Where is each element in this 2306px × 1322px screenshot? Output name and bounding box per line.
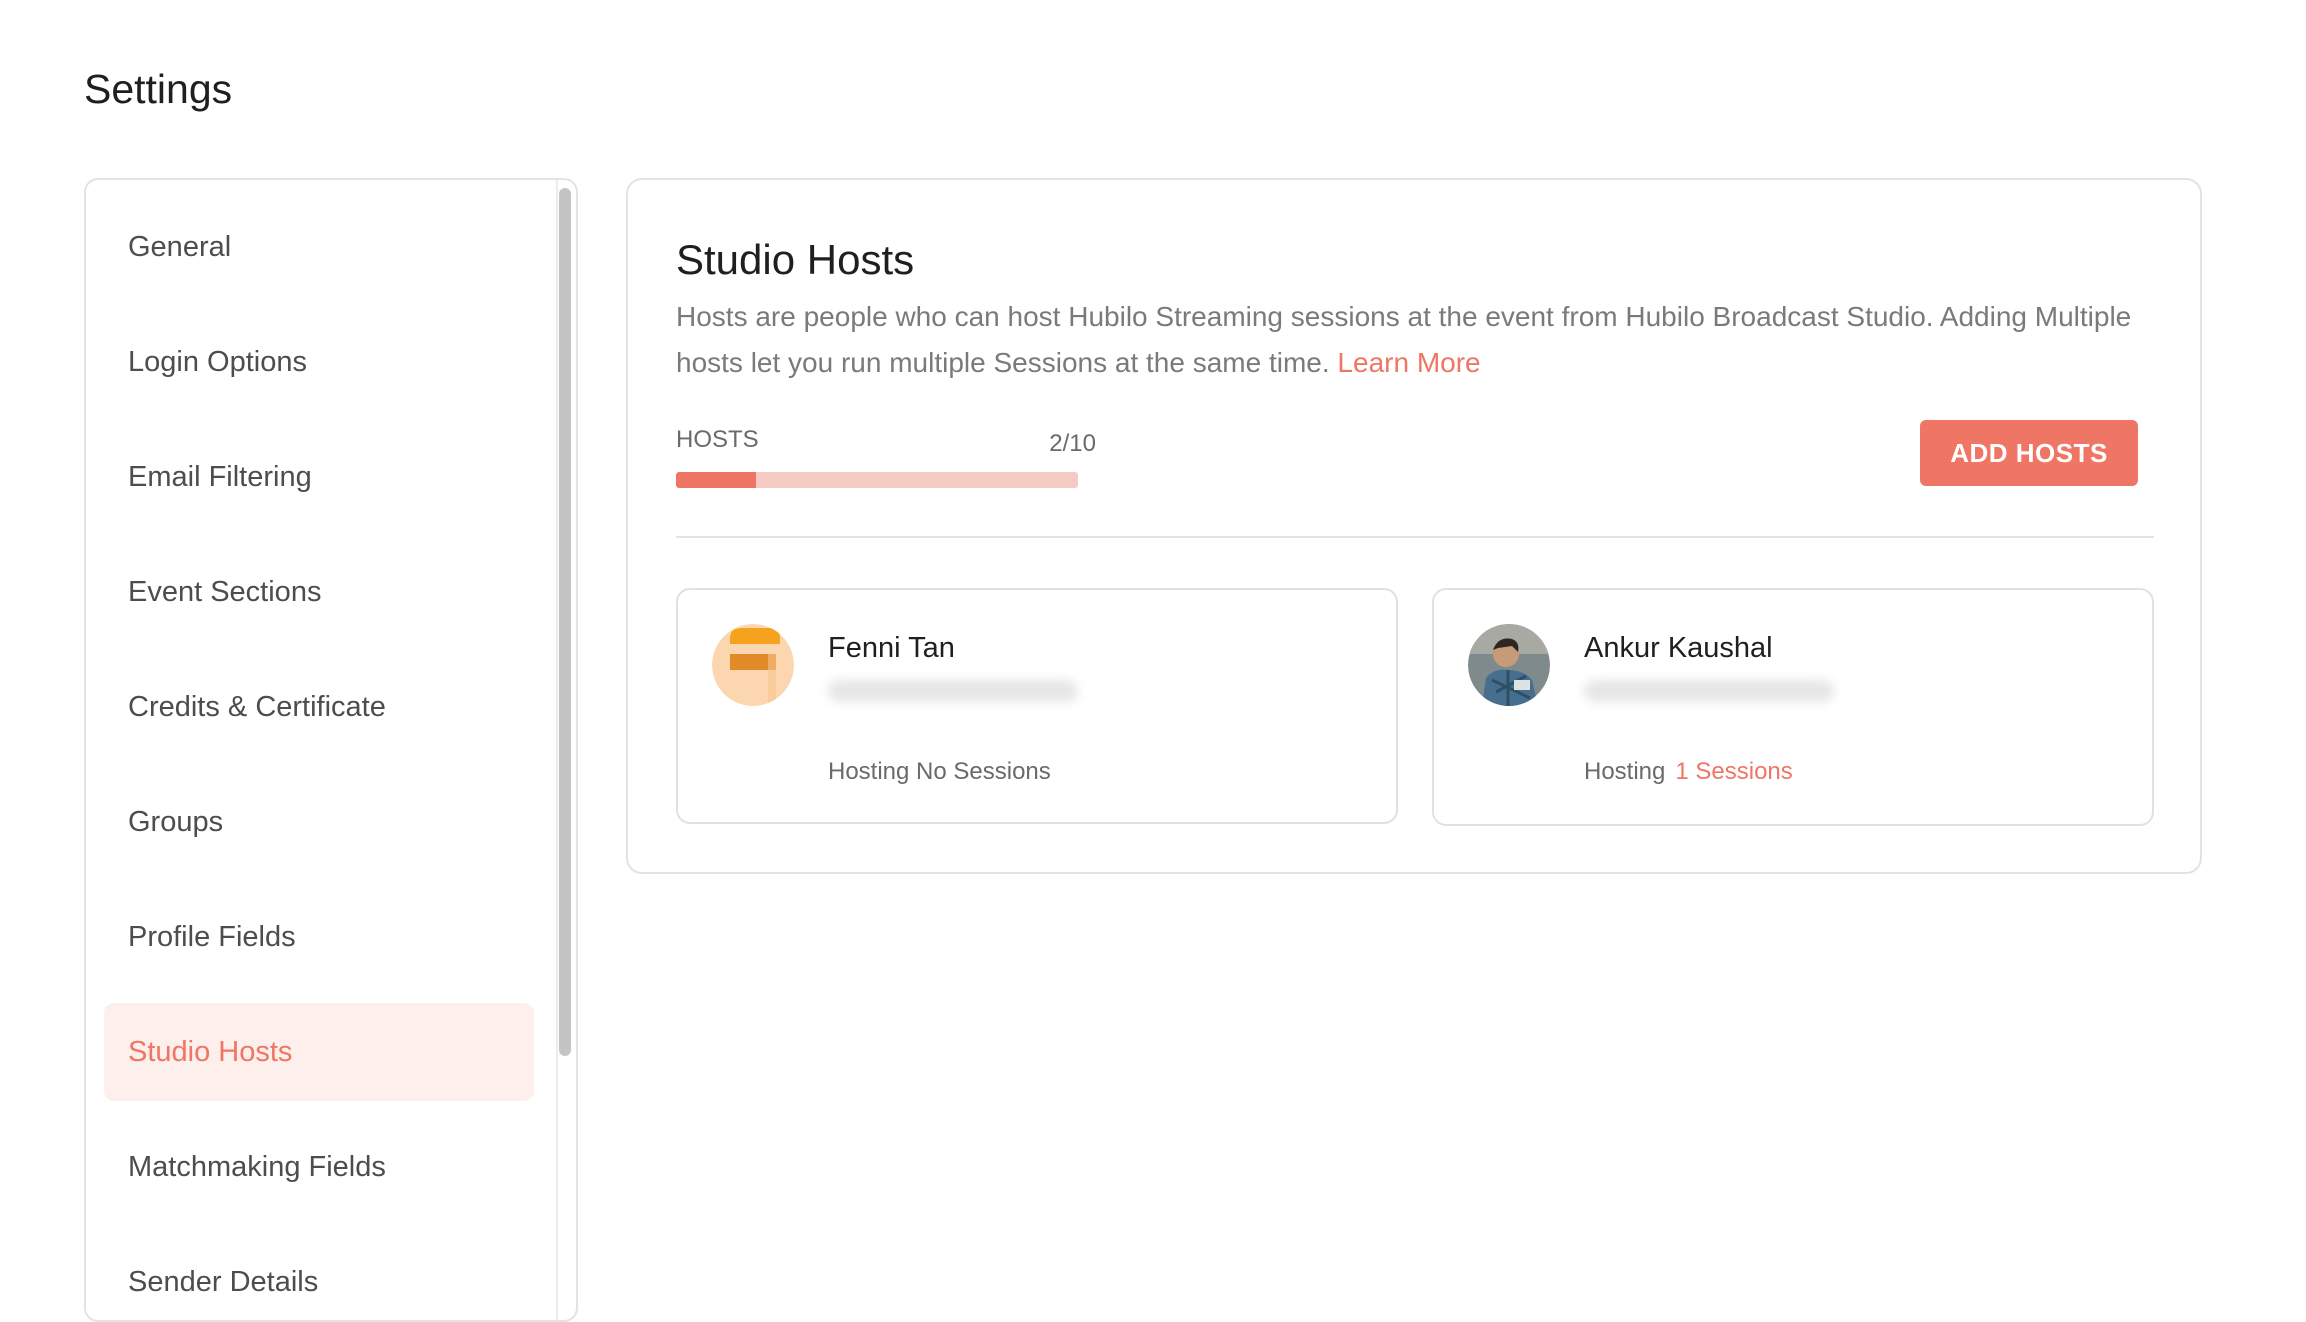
sidebar-item-label: Groups: [128, 805, 224, 838]
sidebar-item-credits-certificate[interactable]: Credits & Certificate: [104, 658, 534, 756]
sidebar-item-studio-hosts[interactable]: Studio Hosts: [104, 1003, 534, 1101]
host-email-redacted: [1584, 680, 1834, 702]
sidebar-item-general[interactable]: General: [104, 198, 534, 296]
add-hosts-button[interactable]: ADD HOSTS: [1920, 420, 2138, 486]
host-sessions-link[interactable]: 1 Sessions: [1675, 758, 1792, 785]
sidebar-item-event-sections[interactable]: Event Sections: [104, 543, 534, 641]
host-status-text: Hosting No Sessions: [828, 758, 1051, 785]
sidebar-item-label: General: [128, 230, 232, 263]
sidebar-item-login-options[interactable]: Login Options: [104, 313, 534, 411]
section-title: Studio Hosts: [676, 236, 915, 283]
divider: [676, 536, 2154, 538]
settings-sidebar: General Login Options Email Filtering Ev…: [84, 178, 578, 1322]
avatar: [712, 624, 794, 706]
hosts-progress-bar: [676, 472, 1078, 488]
host-card: Ankur Kaushal Hosting 1 Sessions: [1432, 588, 2154, 826]
learn-more-link[interactable]: Learn More: [1337, 347, 1480, 378]
sidebar-item-label: Sender Details: [128, 1265, 319, 1298]
hosts-label: HOSTS: [676, 426, 759, 453]
host-status: Hosting No Sessions: [828, 758, 1051, 786]
host-card: Fenni Tan Hosting No Sessions: [676, 588, 1398, 824]
host-email-redacted: [828, 680, 1078, 702]
studio-hosts-card: Studio Hosts Hosts are people who can ho…: [626, 178, 2202, 874]
sidebar-item-profile-fields[interactable]: Profile Fields: [104, 888, 534, 986]
sidebar-scrollbar-thumb[interactable]: [559, 188, 571, 1056]
sidebar-item-label: Event Sections: [128, 575, 322, 608]
host-name: Ankur Kaushal: [1584, 632, 1773, 664]
avatar: [1468, 624, 1550, 706]
sidebar-item-label: Credits & Certificate: [128, 690, 386, 723]
host-status-text: Hosting: [1584, 758, 1666, 785]
sidebar-item-groups[interactable]: Groups: [104, 773, 534, 871]
sidebar-item-email-filtering[interactable]: Email Filtering: [104, 428, 534, 526]
sidebar-item-label: Profile Fields: [128, 920, 296, 953]
section-description: Hosts are people who can host Hubilo Str…: [676, 294, 2136, 386]
avatar-photo-icon: [1468, 624, 1550, 706]
avatar-placeholder-icon: [712, 624, 794, 706]
page-title: Settings: [84, 66, 233, 112]
sidebar-item-matchmaking-fields[interactable]: Matchmaking Fields: [104, 1118, 534, 1216]
host-status: Hosting 1 Sessions: [1584, 758, 1793, 786]
sidebar-item-label: Email Filtering: [128, 460, 312, 493]
hosts-count: 2/10: [1049, 430, 1096, 457]
sidebar-item-label: Studio Hosts: [128, 1035, 293, 1068]
host-name: Fenni Tan: [828, 632, 955, 664]
sidebar-item-label: Login Options: [128, 345, 307, 378]
hosts-progress-fill: [676, 472, 757, 488]
sidebar-item-sender-details[interactable]: Sender Details: [104, 1233, 534, 1320]
sidebar-item-label: Matchmaking Fields: [128, 1150, 386, 1183]
